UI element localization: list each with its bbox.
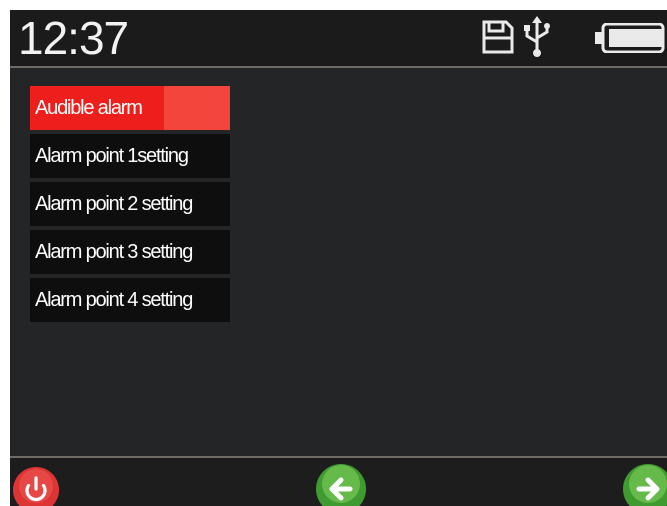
menu-item-alarm-point-1[interactable]: Alarm point 1setting xyxy=(30,134,230,178)
selection-highlight xyxy=(164,86,230,130)
save-icon xyxy=(482,20,514,54)
device-screen: 12:37 Audible alarm Alarm point 1setting… xyxy=(10,10,667,506)
forward-button[interactable] xyxy=(621,462,667,506)
menu-item-label: Alarm point 2 setting xyxy=(35,193,193,215)
alarm-settings-menu: Audible alarm Alarm point 1setting Alarm… xyxy=(30,86,230,326)
back-arrow-icon xyxy=(316,464,366,506)
menu-item-label: Alarm point 3 setting xyxy=(35,241,193,263)
power-button[interactable] xyxy=(12,464,64,506)
clock: 12:37 xyxy=(18,12,129,64)
back-button[interactable] xyxy=(314,462,368,506)
menu-item-alarm-point-4[interactable]: Alarm point 4 setting xyxy=(30,278,230,322)
power-icon xyxy=(13,467,59,506)
status-bar: 12:37 xyxy=(10,10,667,68)
menu-item-alarm-point-3[interactable]: Alarm point 3 setting xyxy=(30,230,230,274)
menu-item-audible-alarm[interactable]: Audible alarm xyxy=(30,86,230,130)
menu-item-label: Alarm point 1setting xyxy=(35,145,189,167)
menu-item-alarm-point-2[interactable]: Alarm point 2 setting xyxy=(30,182,230,226)
forward-arrow-icon xyxy=(623,464,667,506)
usb-icon xyxy=(524,16,550,57)
menu-item-label: Audible alarm xyxy=(35,97,143,119)
battery-icon xyxy=(595,23,665,53)
menu-item-label: Alarm point 4 setting xyxy=(35,289,193,311)
bottom-bar xyxy=(10,456,667,506)
